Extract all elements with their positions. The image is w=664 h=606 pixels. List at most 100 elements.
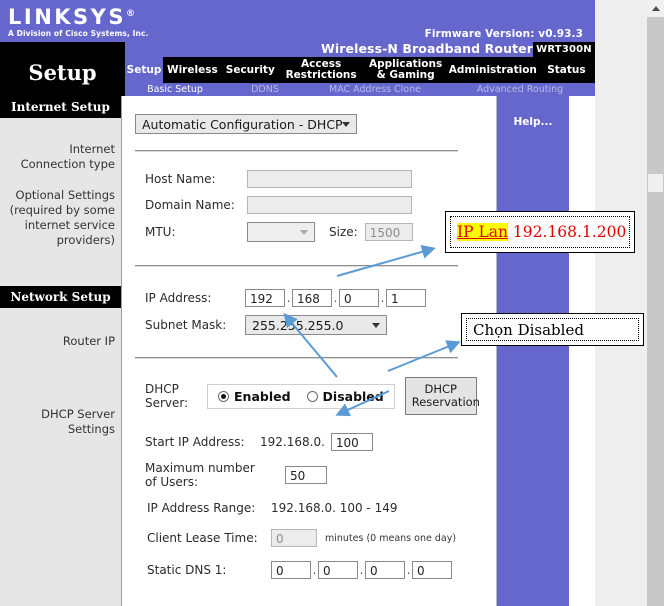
dhcp-server-radio-group: Enabled Disabled	[207, 383, 395, 409]
static-dns1-label: Static DNS 1:	[147, 563, 227, 577]
subtab-ddns[interactable]: DDNS	[225, 83, 305, 96]
static-dns1-octet-4-input[interactable]: 0	[412, 561, 452, 579]
dhcp-disabled-radio[interactable]	[306, 390, 318, 402]
subnet-mask-row: Subnet Mask: 255.255.255.0	[145, 315, 493, 335]
subtab-bar: Basic Setup DDNS MAC Address Clone Advanced…	[125, 83, 595, 96]
divider-3	[135, 357, 458, 359]
sidebar-label-optional-settings: Optional Settings (required by some inte…	[9, 188, 115, 247]
browser-page: LINKSYS® A Division of Cisco Systems, In…	[0, 0, 647, 606]
tab-access-restrictions[interactable]: Access Restrictions	[278, 57, 364, 83]
annotation-choose-disabled: Chọn Disabled	[461, 313, 644, 346]
tab-applications-gaming[interactable]: Applications & Gaming	[363, 57, 448, 83]
tab-wireless[interactable]: Wireless	[163, 57, 222, 83]
mtu-size-label: Size:	[329, 225, 358, 239]
tab-setup[interactable]: Setup	[125, 57, 163, 83]
subtab-basic-setup[interactable]: Basic Setup	[125, 83, 225, 96]
logo-wordmark: LINKSYS	[8, 5, 126, 29]
model-name: Wireless-N Broadband Router	[320, 41, 533, 56]
settings-form: Automatic Configuration - DHCP Host Name…	[123, 96, 493, 606]
dns-dot-3: .	[406, 563, 411, 577]
ip-octet-1-input[interactable]: 192	[245, 289, 285, 307]
max-users-row: Maximum number of Users: 50	[145, 461, 493, 489]
router-admin-ui: LINKSYS® A Division of Cisco Systems, In…	[0, 0, 596, 606]
sidebar-label-dhcp-server-settings: DHCP Server Settings	[41, 407, 115, 436]
start-ip-row: Start IP Address: 192.168.0. 100	[145, 433, 493, 451]
model-code: WRT300N	[533, 42, 595, 57]
static-dns1-octet-2-input[interactable]: 0	[318, 561, 358, 579]
subnet-mask-value: 255.255.255.0	[252, 318, 344, 333]
lease-time-row: Client Lease Time: 0 minutes (0 means on…	[147, 529, 493, 547]
dns-dot-2: .	[359, 563, 364, 577]
dhcp-disabled-label[interactable]: Disabled	[323, 389, 384, 404]
annotation-ip-lan-text: IP Lan 192.168.1.200	[457, 223, 626, 241]
divider-1	[135, 150, 458, 152]
sidebar-label-connection-type: Internet Connection type	[20, 142, 115, 171]
connection-type-row: Automatic Configuration - DHCP	[123, 96, 493, 134]
ip-range-label: IP Address Range:	[147, 501, 256, 515]
help-link[interactable]: Help...	[497, 116, 569, 128]
chevron-down-icon	[342, 122, 350, 127]
chevron-down-icon	[372, 323, 380, 328]
dhcp-server-label: DHCP Server:	[145, 382, 189, 410]
subnet-mask-label: Subnet Mask:	[145, 318, 227, 332]
sidebar-header-network-setup: Network Setup	[0, 286, 121, 308]
annotation-highlight: IP Lan	[457, 223, 508, 241]
dhcp-server-row: DHCP Server: Enabled Disabled DHCP Reser…	[145, 377, 493, 415]
ip-octet-3-input[interactable]: 0	[339, 289, 379, 307]
domain-name-input[interactable]	[247, 196, 412, 214]
navigation-bar: Setup Setup Wireless Security Access Restri…	[0, 42, 596, 96]
static-dns1-octet-3-input[interactable]: 0	[365, 561, 405, 579]
start-ip-input[interactable]: 100	[330, 433, 373, 451]
lease-time-label: Client Lease Time:	[147, 531, 258, 545]
content-area: Internet Setup Internet Connection type …	[0, 96, 595, 606]
start-ip-label: Start IP Address:	[145, 435, 245, 449]
chevron-down-icon	[300, 230, 308, 235]
sidebar-header-internet-setup: Internet Setup	[0, 96, 121, 118]
connection-type-value: Automatic Configuration - DHCP	[142, 117, 343, 132]
domain-name-label: Domain Name:	[145, 198, 235, 212]
dns-dot-1: .	[312, 563, 317, 577]
registered-mark-icon: ®	[126, 9, 135, 19]
mtu-label: MTU:	[145, 225, 176, 239]
mtu-row: MTU: Size: 1500	[145, 222, 493, 242]
tab-security[interactable]: Security	[221, 57, 279, 83]
connection-type-select[interactable]: Automatic Configuration - DHCP	[135, 114, 357, 134]
ip-dot-2: .	[333, 291, 338, 305]
max-users-input[interactable]: 50	[285, 466, 327, 484]
lease-time-input[interactable]: 0	[271, 529, 317, 547]
mtu-select[interactable]	[247, 222, 315, 242]
subnet-mask-select[interactable]: 255.255.255.0	[245, 315, 387, 335]
ip-octet-4-input[interactable]: 1	[386, 289, 426, 307]
static-dns1-row: Static DNS 1: 0 . 0 . 0 . 0	[147, 561, 493, 579]
scroll-up-arrow-icon[interactable]	[647, 0, 664, 17]
max-users-label: Maximum number of Users:	[145, 461, 255, 489]
annotation-ip-value: 192.168.1.200	[508, 223, 627, 241]
subtab-mac-address-clone[interactable]: MAC Address Clone	[305, 83, 445, 96]
subtab-advanced-routing[interactable]: Advanced Routing	[445, 83, 595, 96]
page-title: Setup	[0, 42, 125, 96]
right-filler	[569, 96, 595, 606]
divider-2	[135, 265, 458, 267]
scrollbar-thumb[interactable]	[648, 174, 663, 192]
mtu-size-input[interactable]: 1500	[364, 223, 413, 241]
annotation-choose-disabled-text: Chọn Disabled	[473, 320, 584, 339]
ip-range-row: IP Address Range: 192.168.0. 100 - 149	[147, 501, 493, 515]
ip-range-value: 192.168.0. 100 - 149	[271, 501, 398, 515]
tab-administration[interactable]: Administration	[447, 57, 538, 83]
dhcp-reservation-button[interactable]: DHCP Reservation	[404, 377, 480, 415]
ip-dot-3: .	[380, 291, 385, 305]
ip-octet-2-input[interactable]: 168	[292, 289, 332, 307]
domain-name-row: Domain Name:	[145, 196, 493, 214]
annotation-ip-lan: IP Lan 192.168.1.200	[445, 211, 635, 253]
vertical-scrollbar[interactable]	[647, 0, 664, 606]
host-name-label: Host Name:	[145, 172, 216, 186]
dhcp-enabled-radio[interactable]	[218, 390, 229, 402]
firmware-version: Firmware Version: v0.93.3	[424, 28, 583, 40]
tab-status[interactable]: Status	[537, 57, 596, 83]
ip-address-row: IP Address: 192 . 168 . 0 . 1	[145, 289, 493, 307]
help-panel: Help...	[496, 96, 569, 606]
host-name-row: Host Name:	[145, 170, 493, 188]
host-name-input[interactable]	[247, 170, 412, 188]
static-dns1-octet-1-input[interactable]: 0	[271, 561, 311, 579]
dhcp-enabled-label[interactable]: Enabled	[234, 389, 291, 404]
